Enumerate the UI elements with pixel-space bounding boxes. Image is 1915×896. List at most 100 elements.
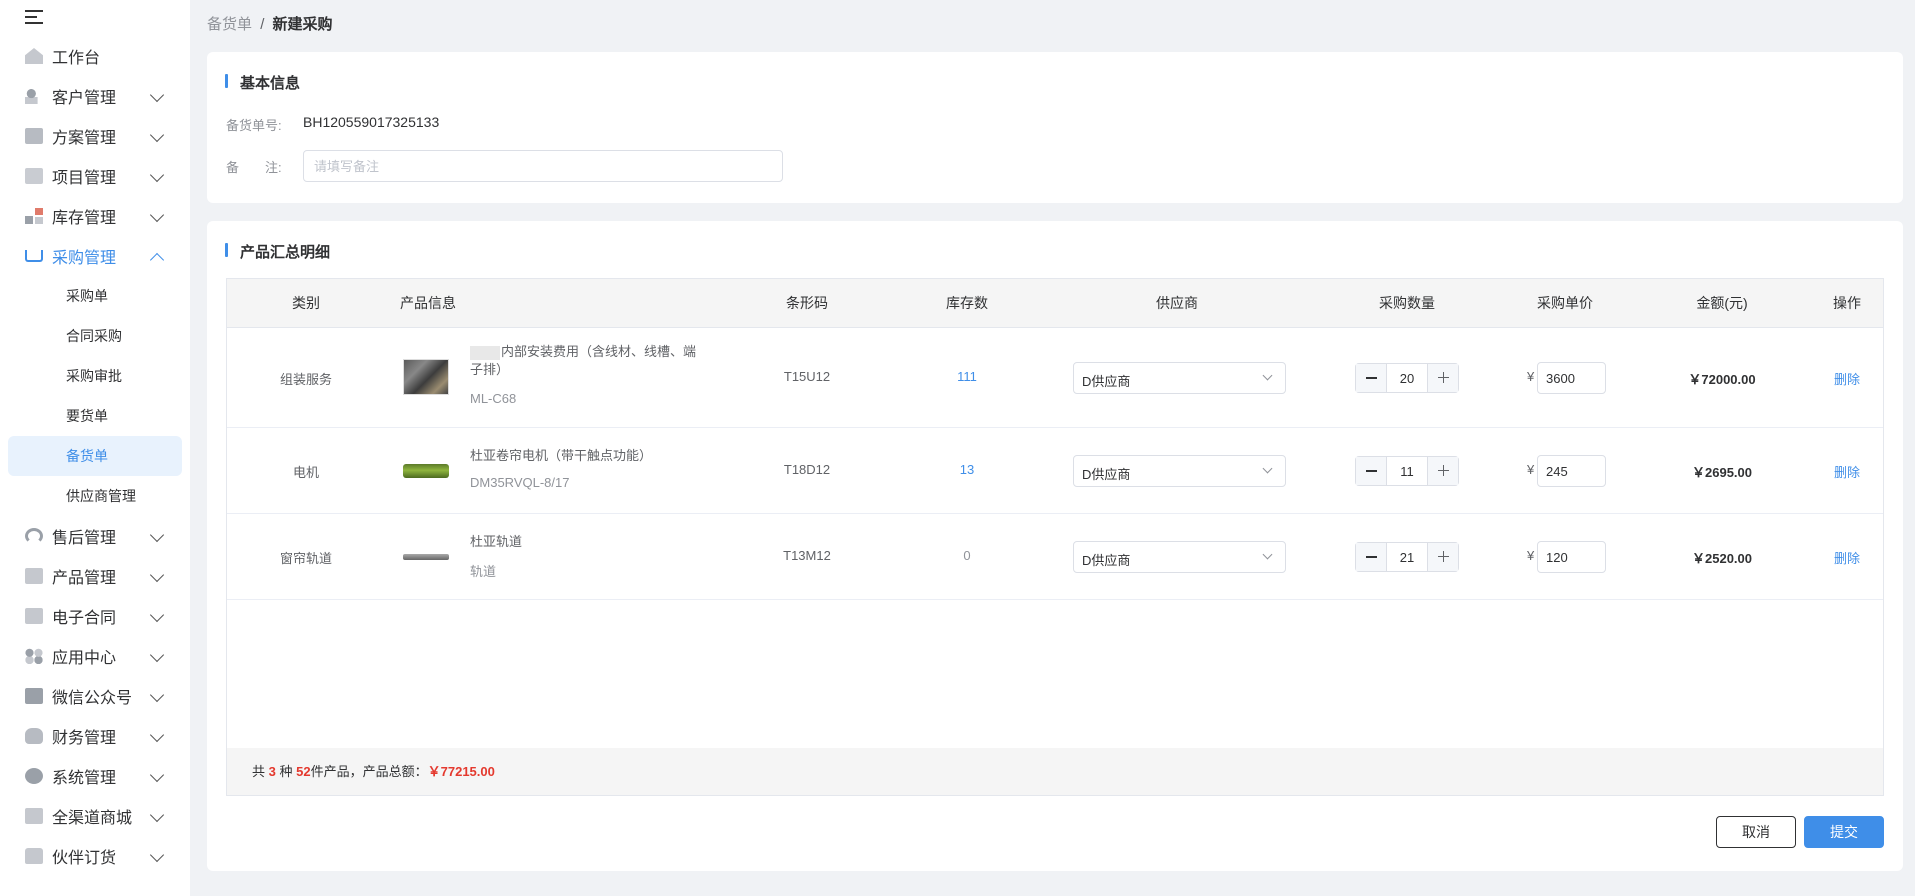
table-summary: 共 3 种 52件产品，产品总额：￥77215.00 <box>226 748 1884 796</box>
headset-icon <box>25 528 43 544</box>
chevron-down-icon <box>149 527 165 543</box>
supplier-select[interactable]: D供应商 <box>1073 455 1286 487</box>
column-header: 产品信息 <box>400 295 456 311</box>
cell-barcode: T18D12 <box>783 462 831 477</box>
chevron-down-icon <box>149 167 165 183</box>
sidebar-item-after-sales[interactable]: 售后管理 <box>8 518 182 554</box>
cell-category: 电机 <box>292 465 319 480</box>
sidebar-subitem-requisition[interactable]: 要货单 <box>8 396 182 436</box>
inventory-icon <box>25 208 43 224</box>
sidebar-item-label: 工作台 <box>52 50 101 67</box>
document-icon <box>25 128 43 144</box>
column-header: 金额(元) <box>1696 295 1748 311</box>
cell-amount: ￥2520.00 <box>1692 551 1752 566</box>
chevron-down-icon <box>149 687 165 703</box>
sidebar-subitem-label: 备货单 <box>66 448 108 464</box>
increase-button[interactable] <box>1427 457 1458 485</box>
sidebar-item-label: 库存管理 <box>52 210 117 227</box>
breadcrumb: 备货单 / 新建采购 <box>207 13 333 34</box>
decrease-button[interactable] <box>1356 364 1387 392</box>
sidebar-subitem-suppliers[interactable]: 供应商管理 <box>8 476 182 516</box>
sidebar-item-customers[interactable]: 客户管理 <box>8 78 182 114</box>
column-header: 采购单价 <box>1537 295 1593 311</box>
cell-stock[interactable]: 111 <box>907 369 1027 384</box>
supplier-select[interactable]: D供应商 <box>1073 541 1286 573</box>
sidebar-item-wechat[interactable]: 微信公众号 <box>8 678 182 714</box>
sidebar-item-label: 采购管理 <box>52 250 117 267</box>
chevron-down-icon <box>1262 549 1273 560</box>
sidebar-item-products[interactable]: 产品管理 <box>8 558 182 594</box>
product-summary-card: 产品汇总明细 类别 产品信息 条形码 库存数 供应商 采购数量 采购单价 金额(… <box>207 221 1903 871</box>
increase-button[interactable] <box>1427 543 1458 571</box>
sidebar-item-label: 系统管理 <box>52 770 117 787</box>
quantity-stepper <box>1355 456 1459 486</box>
sidebar-subitem-purchase-approval[interactable]: 采购审批 <box>8 356 182 396</box>
table-row: 电机 杜亚卷帘电机（带干触点功能） DM35RVQL-8/17 T18D12 1… <box>227 429 1883 514</box>
sidebar-item-workbench[interactable]: 工作台 <box>8 38 182 74</box>
increase-button[interactable] <box>1427 364 1458 392</box>
product-name: 杜亚轨道 <box>470 534 523 549</box>
unit-price-input[interactable] <box>1537 455 1606 487</box>
cell-stock: 0 <box>963 548 971 563</box>
column-header: 条形码 <box>786 295 828 311</box>
sidebar-item-label: 全渠道商城 <box>52 810 133 827</box>
currency-symbol: ¥ <box>1527 548 1535 563</box>
product-icon <box>25 568 43 584</box>
product-name: 杜亚卷帘电机（带干触点功能） <box>470 448 653 463</box>
chevron-down-icon <box>149 567 165 583</box>
sidebar-item-inventory[interactable]: 库存管理 <box>8 198 182 234</box>
delete-link[interactable]: 删除 <box>1817 462 1877 481</box>
cell-category: 组装服务 <box>279 372 332 387</box>
section-title: 产品汇总明细 <box>225 241 330 262</box>
table-row: 窗帘轨道 杜亚轨道 轨道 T13M12 0 D供应商 ¥ ￥2520.00 删除 <box>227 515 1883 600</box>
product-code: 轨道 <box>470 564 497 579</box>
cell-barcode: T15U12 <box>783 369 831 384</box>
wechat-icon <box>25 688 43 704</box>
sidebar-item-plans[interactable]: 方案管理 <box>8 118 182 154</box>
sidebar-subitem-purchase-order[interactable]: 采购单 <box>8 276 182 316</box>
sidebar-item-label: 微信公众号 <box>52 690 133 707</box>
decrease-button[interactable] <box>1356 543 1387 571</box>
remark-input[interactable] <box>303 150 783 182</box>
chevron-up-icon <box>149 252 165 268</box>
sidebar-item-app-center[interactable]: 应用中心 <box>8 638 182 674</box>
apps-icon <box>25 648 43 664</box>
sidebar-item-partner-order[interactable]: 伙伴订货 <box>8 838 182 874</box>
delete-link[interactable]: 删除 <box>1817 548 1877 567</box>
sidebar-item-label: 方案管理 <box>52 130 117 147</box>
sidebar-item-system[interactable]: 系统管理 <box>8 758 182 794</box>
sidebar-subitem-stock-order[interactable]: 备货单 <box>8 436 182 476</box>
menu-fold-icon[interactable] <box>25 9 45 25</box>
sidebar-item-finance[interactable]: 财务管理 <box>8 718 182 754</box>
cell-stock[interactable]: 13 <box>907 462 1027 477</box>
chevron-down-icon <box>149 727 165 743</box>
sidebar-item-label: 财务管理 <box>52 730 117 747</box>
cancel-button[interactable]: 取消 <box>1716 816 1796 848</box>
currency-symbol: ¥ <box>1527 369 1535 384</box>
chevron-down-icon <box>149 647 165 663</box>
chevron-down-icon <box>1262 370 1273 381</box>
supplier-select[interactable]: D供应商 <box>1073 362 1286 394</box>
contract-icon <box>25 608 43 624</box>
unit-price-input[interactable] <box>1537 362 1606 394</box>
sidebar-item-projects[interactable]: 项目管理 <box>8 158 182 194</box>
delete-link[interactable]: 删除 <box>1817 369 1877 388</box>
remark-label: 备 注: <box>226 160 282 175</box>
quantity-input[interactable] <box>1387 457 1427 485</box>
quantity-input[interactable] <box>1387 364 1427 392</box>
chevron-down-icon <box>149 767 165 783</box>
sidebar-item-e-contract[interactable]: 电子合同 <box>8 598 182 634</box>
submit-button[interactable]: 提交 <box>1804 816 1884 848</box>
sidebar-item-purchase[interactable]: 采购管理 <box>8 238 182 274</box>
unit-price-input[interactable] <box>1537 541 1606 573</box>
quantity-input[interactable] <box>1387 543 1427 571</box>
column-header: 库存数 <box>946 295 988 311</box>
sidebar-item-omni-mall[interactable]: 全渠道商城 <box>8 798 182 834</box>
breadcrumb-parent[interactable]: 备货单 <box>207 16 252 33</box>
decrease-button[interactable] <box>1356 457 1387 485</box>
sidebar-subitem-label: 采购审批 <box>66 368 122 384</box>
sidebar-subitem-contract-purchase[interactable]: 合同采购 <box>8 316 182 356</box>
sidebar-subitem-label: 合同采购 <box>66 328 122 344</box>
table-row: 组装服务 内部安装费用（含线材、线槽、端子排） ML-C68 T15U12 11… <box>227 328 1883 428</box>
cell-amount: ￥2695.00 <box>1692 465 1752 480</box>
